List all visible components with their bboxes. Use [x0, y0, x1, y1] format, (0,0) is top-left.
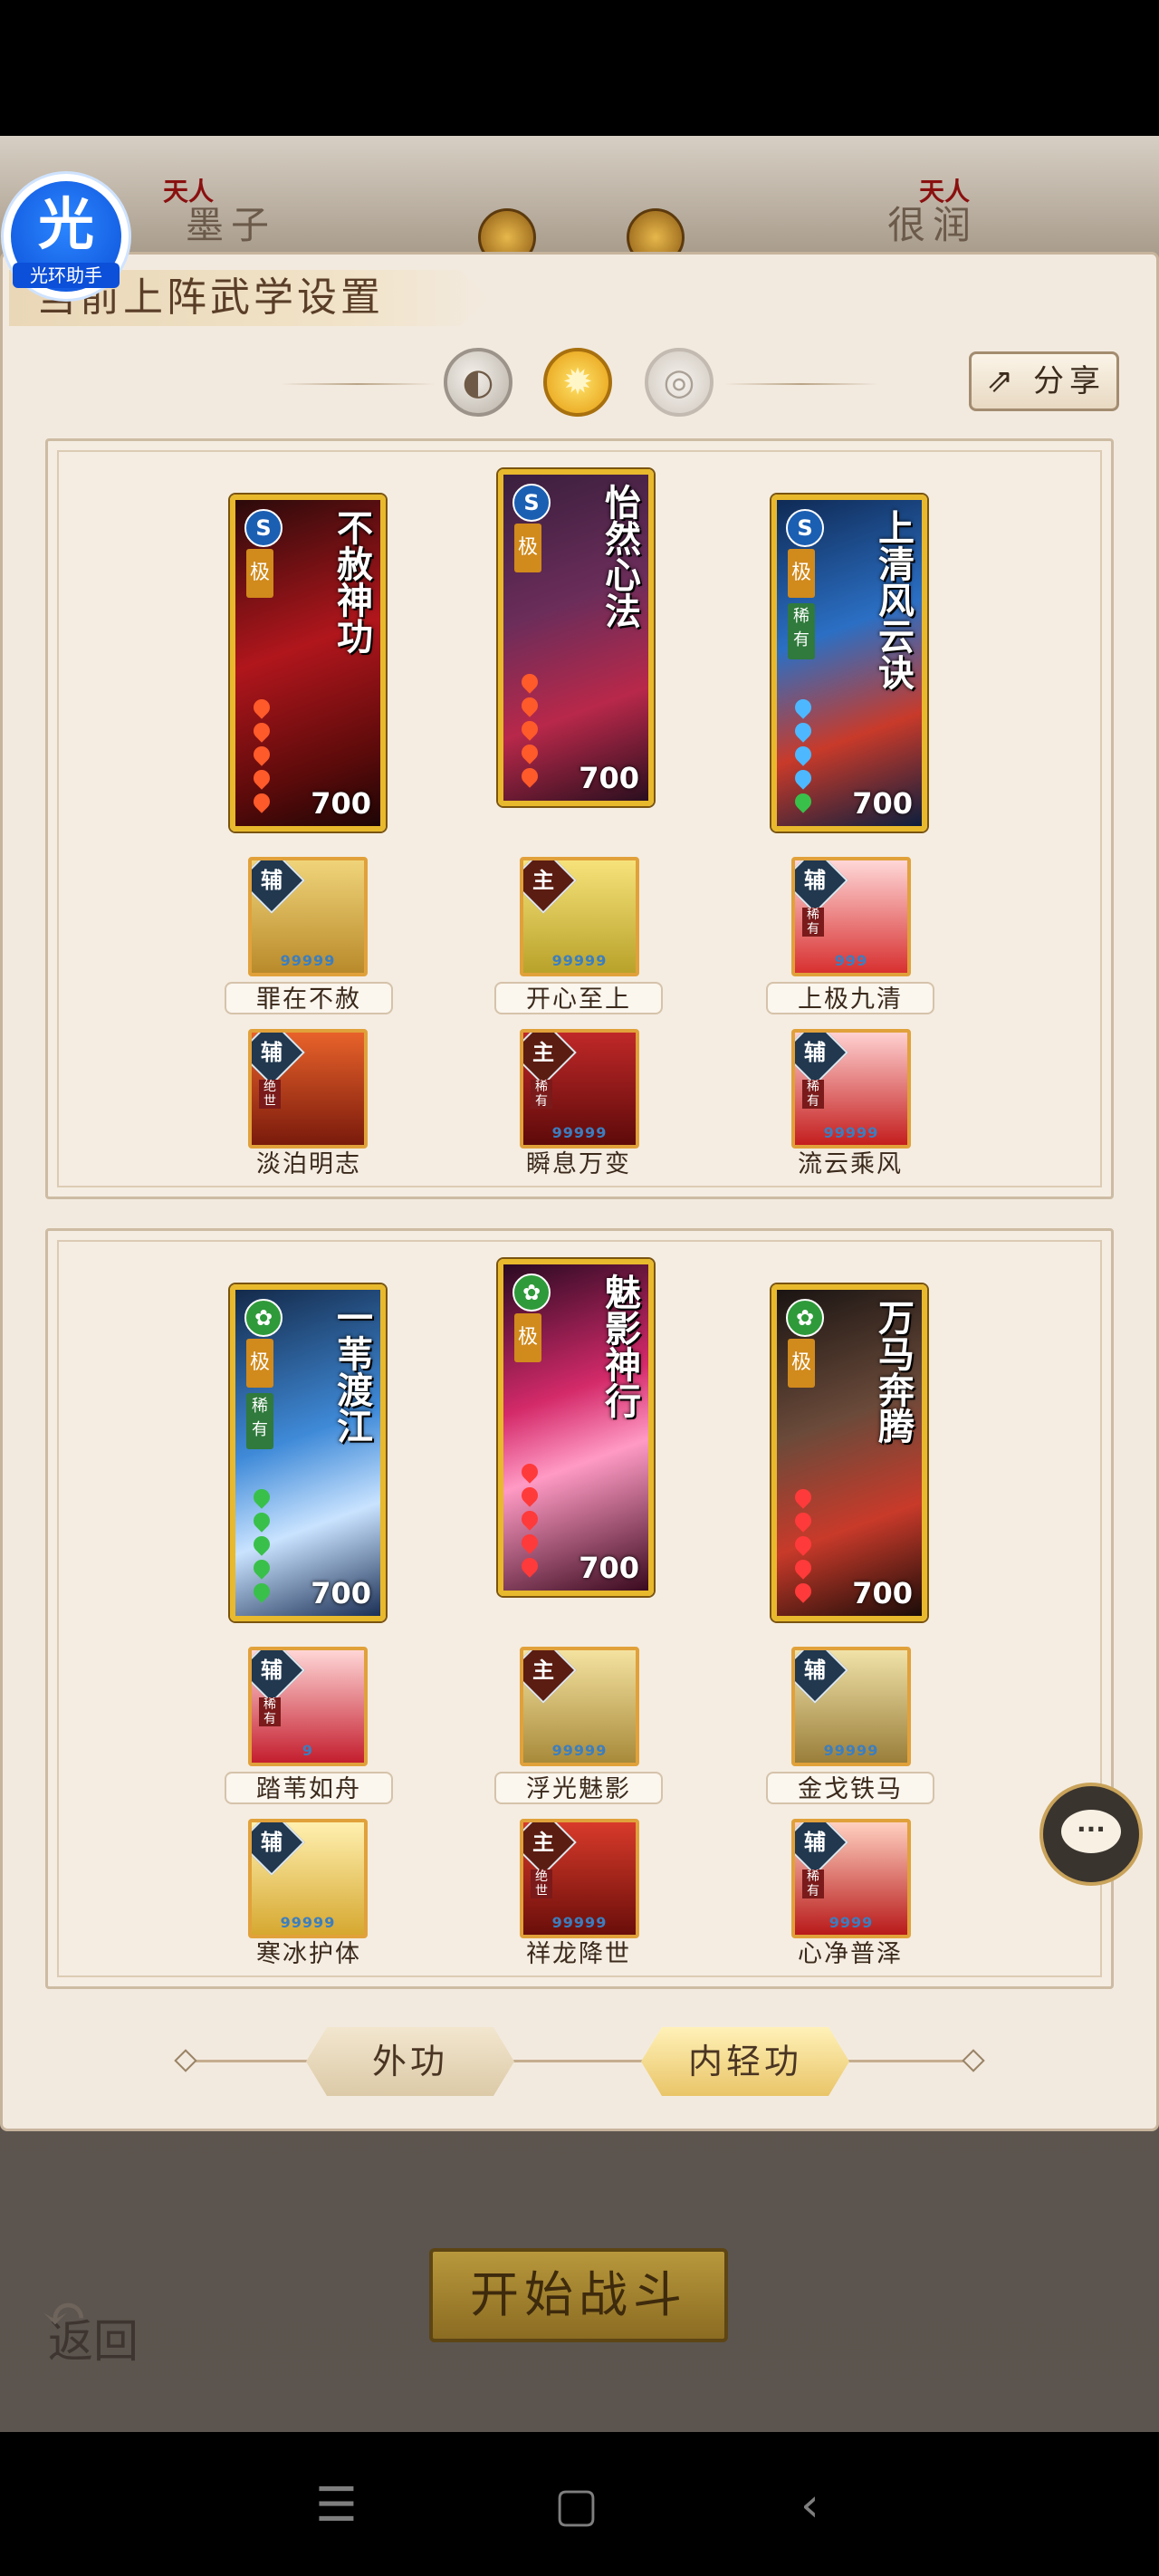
leaf-icon: ✿ — [786, 1299, 824, 1337]
grade-badge: 极 — [514, 524, 541, 572]
skill-label: 寒冰护体 — [256, 1940, 361, 1968]
skill-icon[interactable]: 辅 稀有 9 — [248, 1647, 368, 1766]
skill-icon[interactable]: 主 稀有 99999 — [520, 1029, 639, 1149]
skill-label: 上极九清 — [766, 982, 934, 1014]
leaf-icon: ✿ — [244, 1299, 283, 1337]
type-icon: S — [244, 509, 283, 547]
martial-card[interactable]: ✿ 极 万马奔腾 700 — [771, 1284, 927, 1621]
left-opponent-name: 墨子 — [186, 203, 277, 247]
sun-icon[interactable]: ✹ — [543, 348, 612, 417]
skill-icon[interactable]: 主 99999 — [520, 857, 639, 976]
card-power: 700 — [852, 786, 913, 821]
skill-label: 祥龙降世 — [526, 1940, 631, 1968]
overlay-assistant-logo[interactable]: 光 光环助手 — [4, 174, 129, 299]
card-name: 魅影神行 — [599, 1274, 641, 1418]
leaf-icon: ✿ — [512, 1274, 551, 1312]
card-power: 700 — [311, 786, 371, 821]
card-name: 万马奔腾 — [872, 1299, 915, 1444]
right-opponent-name: 很润 — [887, 203, 979, 247]
chat-icon: ··· — [1061, 1810, 1121, 1853]
drops-icon — [788, 1485, 824, 1607]
grade-badge: 极 — [788, 1339, 815, 1388]
drops-icon — [514, 1460, 551, 1581]
skill-icon[interactable]: 辅 稀有 99999 — [791, 1029, 911, 1149]
tab-rail — [181, 2060, 978, 2062]
grade-badge: 极 — [246, 1339, 273, 1388]
skill-icon[interactable]: 辅 稀有 999 — [791, 857, 911, 976]
skill-icon[interactable]: 主 99999 — [520, 1647, 639, 1766]
skill-label: 瞬息万变 — [526, 1150, 631, 1178]
card-name: 不赦神功 — [330, 509, 373, 654]
mode-divider-right — [724, 383, 878, 385]
share-icon: ⇗ — [986, 362, 1014, 399]
card-power: 700 — [579, 1551, 639, 1585]
skill-label: 罪在不赦 — [225, 982, 393, 1014]
drops-icon — [246, 696, 283, 817]
skill-label: 心净普泽 — [798, 1940, 903, 1968]
skill-icon[interactable]: 辅 绝世 — [248, 1029, 368, 1149]
martial-card[interactable]: ✿ 极 魅影神行 700 — [498, 1259, 654, 1596]
tab-outer-skill[interactable]: 外功 — [306, 2027, 514, 2096]
martial-card[interactable]: ✿ 极 稀有 一苇渡江 700 — [230, 1284, 386, 1621]
drops-icon — [246, 1485, 283, 1607]
skill-label: 金戈铁马 — [766, 1772, 934, 1804]
drops-icon — [514, 670, 551, 792]
skill-icon[interactable]: 辅 稀有 9999 — [791, 1819, 911, 1938]
share-label: 分享 — [1033, 363, 1106, 399]
back-arrow-icon: ↶ — [42, 2283, 88, 2346]
card-power: 700 — [311, 1576, 371, 1610]
moon-icon[interactable]: ◐ — [444, 348, 512, 417]
tab-inner-light-skill[interactable]: 内轻功 — [641, 2027, 849, 2096]
martial-card[interactable]: S 极 稀有 上清风云诀 700 — [771, 495, 927, 831]
mode-divider-left — [281, 383, 435, 385]
rarity-badge: 稀有 — [246, 1393, 273, 1449]
card-name: 怡然心法 — [599, 484, 641, 629]
grade-badge: 极 — [788, 549, 815, 598]
card-name: 一苇渡江 — [330, 1299, 373, 1444]
card-name: 上清风云诀 — [872, 509, 915, 690]
back-icon[interactable]: ‹ — [800, 2482, 819, 2529]
menu-icon[interactable]: ☰ — [315, 2482, 358, 2529]
skill-label: 浮光魅影 — [494, 1772, 663, 1804]
card-power: 700 — [852, 1576, 913, 1610]
card-power: 700 — [579, 761, 639, 795]
martial-card[interactable]: S 极 怡然心法 700 — [498, 469, 654, 806]
skill-label: 流云乘风 — [798, 1150, 903, 1178]
rarity-badge: 稀有 — [788, 603, 815, 659]
skill-icon[interactable]: 辅 99999 — [791, 1647, 911, 1766]
skill-label: 开心至上 — [494, 982, 663, 1014]
skill-icon[interactable]: 主 绝世 99999 — [520, 1819, 639, 1938]
share-button[interactable]: ⇗ 分享 — [969, 351, 1119, 411]
skill-icon[interactable]: 辅 99999 — [248, 1819, 368, 1938]
status-bar-area — [0, 0, 1159, 136]
skill-label: 踏苇如舟 — [225, 1772, 393, 1804]
type-icon: S — [786, 509, 824, 547]
martial-card[interactable]: S 极 不赦神功 700 — [230, 495, 386, 831]
start-battle-button[interactable]: 开始战斗 — [429, 2248, 728, 2342]
logo-caption: 光环助手 — [13, 263, 120, 288]
home-icon[interactable]: ▢ — [554, 2482, 599, 2529]
skill-label: 淡泊明志 — [256, 1150, 361, 1178]
grade-badge: 极 — [514, 1313, 541, 1362]
back-button[interactable]: ↶ 返回 — [34, 2283, 152, 2400]
grade-badge: 极 — [246, 549, 273, 598]
drops-icon — [788, 696, 824, 817]
ring-icon[interactable]: ◎ — [645, 348, 714, 417]
chat-button[interactable]: ··· — [1039, 1783, 1143, 1886]
skill-icon[interactable]: 辅 99999 — [248, 857, 368, 976]
type-icon: S — [512, 484, 551, 522]
